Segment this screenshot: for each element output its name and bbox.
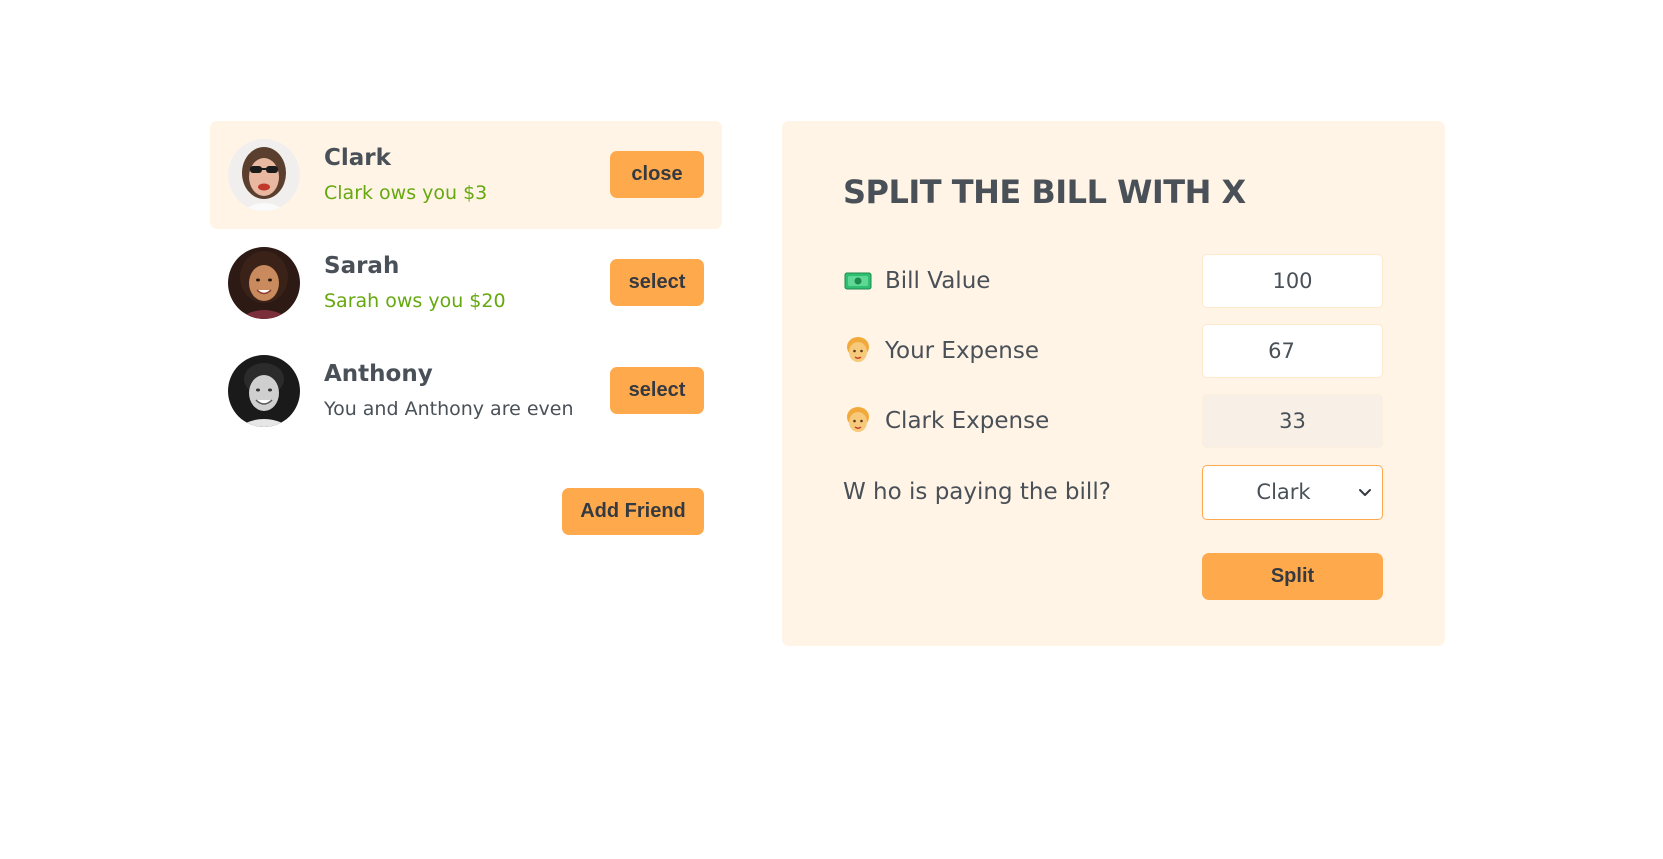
payer-select[interactable]: Clark (1202, 464, 1383, 520)
bill-value-row: Bill Value (843, 254, 1383, 308)
close-button[interactable]: close (610, 151, 704, 198)
payer-label: W ho is paying the bill? (843, 479, 1111, 505)
avatar (228, 139, 300, 211)
friend-expense-input (1202, 394, 1383, 448)
your-expense-label: Your Expense (885, 338, 1040, 364)
split-button[interactable]: Split (1202, 553, 1383, 600)
person-icon (843, 407, 873, 435)
chevron-down-icon (1359, 488, 1371, 496)
money-icon (843, 270, 873, 292)
form-title: SPLIT THE BILL WITH X (843, 173, 1246, 211)
payer-row: W ho is paying the bill? Clark (843, 464, 1383, 520)
person-icon (843, 337, 873, 365)
avatar (228, 355, 300, 427)
friend-item-anthony: Anthony You and Anthony are even select (210, 337, 722, 445)
friend-expense-row: Clark Expense (843, 394, 1383, 448)
split-bill-form: SPLIT THE BILL WITH X Bill Value 100 You… (782, 121, 1445, 646)
bill-value-label: Bill Value (885, 268, 991, 294)
your-expense-row: Your Expense (843, 324, 1383, 378)
friends-list: Clark Clark ows you $3 close Sarah Sarah… (210, 121, 722, 445)
avatar (228, 247, 300, 319)
friend-expense-label: Clark Expense (885, 408, 1050, 434)
your-expense-input[interactable] (1202, 324, 1383, 378)
bill-value-input[interactable] (1202, 254, 1383, 308)
payer-select-value: Clark (1202, 464, 1383, 520)
select-button[interactable]: select (610, 259, 704, 306)
select-button[interactable]: select (610, 367, 704, 414)
friend-item-clark: Clark Clark ows you $3 close (210, 121, 722, 229)
add-friend-button[interactable]: Add Friend (562, 488, 704, 535)
friend-item-sarah: Sarah Sarah ows you $20 select (210, 229, 722, 337)
